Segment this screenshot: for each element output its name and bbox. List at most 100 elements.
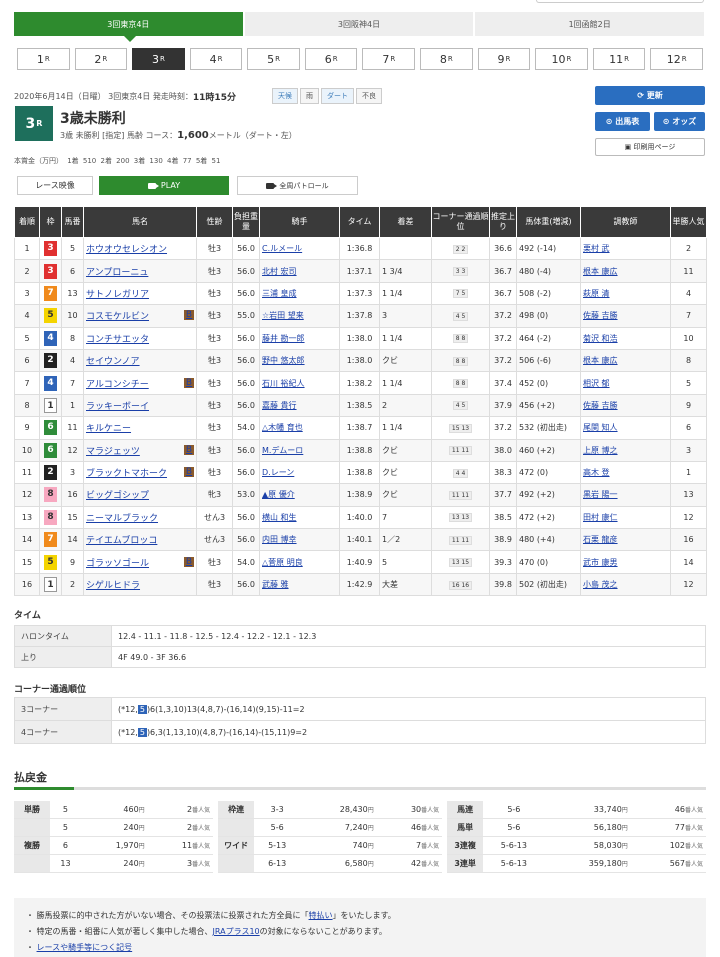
trainer-link[interactable]: 石栗 龍彦 <box>583 535 618 544</box>
payout-popularity: 7番人気 <box>376 836 443 855</box>
trainer-link[interactable]: 菊沢 和浩 <box>583 334 618 343</box>
race-tab-9[interactable]: 9R <box>477 48 531 70</box>
last-3f: 37.2 <box>489 326 517 350</box>
trainer-link[interactable]: 相沢 郁 <box>583 379 610 388</box>
patrol-video-button[interactable]: 全周パトロール <box>237 176 358 195</box>
finish-position: 10 <box>14 438 40 462</box>
trainer-cell: 相沢 郁 <box>580 371 671 395</box>
race-tab-5[interactable]: 5R <box>247 48 300 70</box>
horse-name-link[interactable]: アンプローニュ <box>86 268 148 278</box>
race-tab-2[interactable]: 2R <box>74 48 128 70</box>
race-number-tabs: 1 R 2 R 3 R 4 R 5 R 6 R 7 R 8 R 9 R 10 R 11 R 12 R <box>14 48 706 70</box>
trainer-link[interactable]: 小島 茂之 <box>583 580 618 589</box>
jockey-link[interactable]: 武藤 雅 <box>262 580 289 589</box>
horse-name-link[interactable]: キルケニー <box>86 424 131 434</box>
race-tab-8[interactable]: 8R <box>420 48 473 70</box>
race-tab-7[interactable]: 7R <box>362 48 416 70</box>
special-payout-link[interactable]: 特払い <box>309 911 333 920</box>
jockey-link[interactable]: 内田 博幸 <box>262 535 297 544</box>
weight-carried: 56.0 <box>232 371 260 395</box>
horse-name-link[interactable]: シゲルヒドラ <box>86 581 140 591</box>
jockey-link[interactable]: 三浦 皇成 <box>262 289 297 298</box>
race-tab-11[interactable]: 11 R <box>592 48 646 70</box>
jockey-link[interactable]: 北村 宏司 <box>262 267 297 276</box>
horse-name-link[interactable]: ラッキーボーイ <box>86 402 149 412</box>
venue-tab-hakodate[interactable]: 1回函館2日 <box>475 12 707 36</box>
jockey-link[interactable]: △木幡 育也 <box>262 423 303 432</box>
horse-name-link[interactable]: ゴラッソゴール <box>86 559 149 569</box>
sex-age: せん3 <box>196 505 233 530</box>
trainer-link[interactable]: 栗村 武 <box>583 244 610 253</box>
entry-table-button[interactable]: ⊙ 出馬表 <box>595 112 650 131</box>
race-tab-10[interactable]: 10 R <box>535 48 588 70</box>
jockey-link[interactable]: △菅原 明良 <box>262 558 303 567</box>
jockey-link[interactable]: 嘉藤 貴行 <box>262 401 297 410</box>
venue-tab-tokyo[interactable]: 3回東京4日 <box>14 12 245 36</box>
jockey-link[interactable]: 野中 悠太郎 <box>262 356 305 365</box>
trainer-link[interactable]: 武市 康男 <box>583 558 618 567</box>
jockey-link[interactable]: 石川 裕紀人 <box>262 379 305 388</box>
horse-name-link[interactable]: セイウンノア <box>86 357 140 367</box>
corner-pos-pair: 8 8 <box>452 356 469 366</box>
corner-positions: 4 4 <box>431 460 490 485</box>
result-row: 11 2 3 ブラックトマホーク B 牡3 56.0 D.レーン 1:38.8 クビ 4 4 38.3… <box>14 460 707 485</box>
race-tab-4[interactable]: 4R <box>189 48 243 70</box>
trainer-link[interactable]: 黒岩 陽一 <box>583 490 618 499</box>
popularity-unit: 番人気 <box>192 807 211 815</box>
race-tab-3[interactable]: 3R <box>132 48 185 70</box>
last-3f: 37.9 <box>489 393 517 418</box>
trainer-link[interactable]: 佐藤 吉勝 <box>583 311 618 320</box>
jockey-link[interactable]: ▲原 優介 <box>262 490 295 499</box>
trainer-link[interactable]: 高木 登 <box>583 468 610 477</box>
jockey-link[interactable]: M.デムーロ <box>262 446 303 455</box>
horse-name-link[interactable]: テイエムブロッコ <box>86 536 157 546</box>
race-tab-1[interactable]: 1R <box>17 48 70 70</box>
race-class: 3歳 未勝利 [指定] 馬齢 コース： <box>60 131 178 140</box>
weight-carried: 54.0 <box>232 550 260 574</box>
trainer-link[interactable]: 田村 康仁 <box>583 513 618 522</box>
update-button[interactable]: ⟳ 更新 <box>595 86 705 105</box>
symbols-link[interactable]: レースや騎手等につく記号 <box>37 943 133 952</box>
trainer-link[interactable]: 萩原 清 <box>583 289 610 298</box>
horse-name-link[interactable]: コンチサエッタ <box>86 335 149 345</box>
horse-name-link[interactable]: ニーマルブラック <box>86 514 158 524</box>
trainer-link[interactable]: 上原 博之 <box>583 446 618 455</box>
corner-positions: 7 5 <box>431 281 490 306</box>
popularity: 12 <box>670 572 707 597</box>
trainer-link[interactable]: 根本 康広 <box>583 356 618 365</box>
jockey-link[interactable]: ☆岩田 望来 <box>262 311 304 320</box>
odds-button[interactable]: ⊙ オッズ <box>654 112 705 131</box>
horse-number: 3 <box>61 460 84 485</box>
race-video-button[interactable]: レース映像 <box>17 176 93 195</box>
result-row: 3 7 13 サトノレガリア 牡3 56.0 三浦 皇成 1:37.3 1 1/4 7 5 36.7… <box>14 281 707 306</box>
print-button[interactable]: ▣ 印刷用ページ <box>595 138 705 156</box>
margin: 大差 <box>379 572 432 597</box>
trainer-link[interactable]: 根本 康広 <box>583 267 618 276</box>
trainer-link[interactable]: 尾関 知人 <box>583 423 618 432</box>
payout-amount: 740円 <box>300 836 377 855</box>
horse-name-link[interactable]: アルコンシチー <box>86 380 149 390</box>
venue-tab-hanshin[interactable]: 3回阪神4日 <box>244 12 476 36</box>
race-number-badge: 3R <box>15 106 53 141</box>
weight-carried: 56.0 <box>232 348 260 373</box>
horse-name-link[interactable]: マラジェッツ <box>86 447 140 457</box>
horse-name-link[interactable]: サトノレガリア <box>86 290 149 300</box>
play-button[interactable]: PLAY <box>99 176 229 195</box>
badge-r: R <box>36 119 43 128</box>
horse-name-link[interactable]: ブラックトマホーク <box>86 469 167 479</box>
horse-name-link[interactable]: ビッグゴシップ <box>86 491 149 501</box>
col-header: 推定上り <box>489 206 517 238</box>
jockey-link[interactable]: 横山 和生 <box>262 513 297 522</box>
top-button-edge[interactable] <box>536 0 704 3</box>
jockey-link[interactable]: C.ルメール <box>262 244 302 253</box>
horse-name-link[interactable]: ホウオウセレシオン <box>86 245 167 255</box>
horse-name-link[interactable]: コスモケルビン <box>86 312 149 322</box>
jockey-link[interactable]: 藤井 勘一郎 <box>262 334 305 343</box>
waku-badge: 1 <box>44 577 57 593</box>
jra-plus10-link[interactable]: JRAプラス10 <box>213 927 260 936</box>
race-tab-6[interactable]: 6R <box>304 48 358 70</box>
trainer-cell: 根本 康広 <box>580 348 671 373</box>
race-tab-12[interactable]: 12 R <box>650 48 703 70</box>
trainer-link[interactable]: 佐藤 吉勝 <box>583 401 618 410</box>
jockey-link[interactable]: D.レーン <box>262 468 294 477</box>
